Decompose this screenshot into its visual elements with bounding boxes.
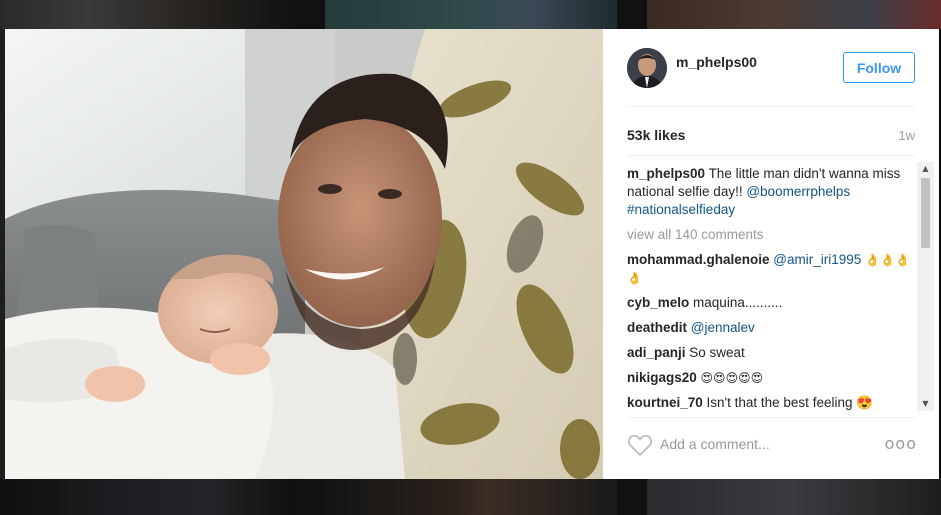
avatar[interactable] [627,47,667,88]
background-post-thumbnail[interactable] [647,479,941,515]
post-modal: m_phelps00 Follow 53k likes 1w m_phelps0… [5,29,939,479]
heart-outline-icon[interactable] [627,433,653,457]
caption-username[interactable]: m_phelps00 [627,166,705,181]
background-post-thumbnail[interactable] [0,479,297,515]
username[interactable]: m_phelps00 [676,54,757,70]
comments-scrollbar[interactable]: ▲ ▼ [917,162,934,411]
comment-username[interactable]: adi_panji [627,345,686,360]
post-timestamp: 1w [898,128,915,143]
avatar-image [627,47,667,88]
scroll-down-arrow-icon[interactable]: ▼ [917,397,934,411]
comment-item: cyb_melo maquina.......... [627,294,915,319]
photo-illustration [5,29,603,479]
comment-item: kourtnei_70 Isn't that the best feeling … [627,394,915,411]
follow-button[interactable]: Follow [843,52,915,83]
scroll-up-arrow-icon[interactable]: ▲ [917,162,934,176]
comment-item: nikigags20 😍😍😍😍😍 [627,369,915,394]
comment-username[interactable]: deathedit [627,320,687,335]
comment-username[interactable]: nikigags20 [627,370,697,385]
divider [627,155,915,156]
comment-mention[interactable]: @jennalev [691,320,755,335]
comment-item: mohammad.ghalenoie @amir_iri1995 👌👌👌👌 [627,251,915,294]
comment-text: maquina.......... [693,295,783,310]
comment-text: 😍😍😍😍😍 [700,371,764,385]
post-side-panel: m_phelps00 Follow 53k likes 1w m_phelps0… [603,29,939,479]
comment-mention[interactable]: @amir_iri1995 [773,252,861,267]
comment-text: Isn't that the best feeling 😍 [706,395,874,410]
comment-input[interactable]: Add a comment... [660,436,770,452]
more-options-icon[interactable]: ooo [885,434,917,453]
scrollbar-thumb[interactable] [921,178,930,248]
post-caption: m_phelps00 The little man didn't wanna m… [627,165,915,226]
comment-item: deathedit @jennalev [627,319,915,344]
background-post-thumbnail[interactable] [647,0,941,29]
view-all-comments-link[interactable]: view all 140 comments [627,226,915,251]
caption-mention[interactable]: @boomerrphelps [746,184,850,199]
comments-list[interactable]: m_phelps00 The little man didn't wanna m… [627,165,915,411]
comment-item: adi_panji So sweat [627,344,915,369]
post-header: m_phelps00 Follow [627,43,915,107]
caption-hashtag[interactable]: #nationalselfieday [627,202,735,217]
comment-username[interactable]: kourtnei_70 [627,395,703,410]
comment-username[interactable]: mohammad.ghalenoie [627,252,770,267]
background-post-thumbnail[interactable] [325,0,617,29]
divider [627,417,915,418]
background-post-thumbnail[interactable] [325,479,617,515]
background-post-thumbnail[interactable] [0,0,297,29]
post-photo[interactable] [5,29,603,479]
comment-username[interactable]: cyb_melo [627,295,689,310]
likes-count[interactable]: 53k likes [627,127,685,143]
comment-text: So sweat [689,345,745,360]
